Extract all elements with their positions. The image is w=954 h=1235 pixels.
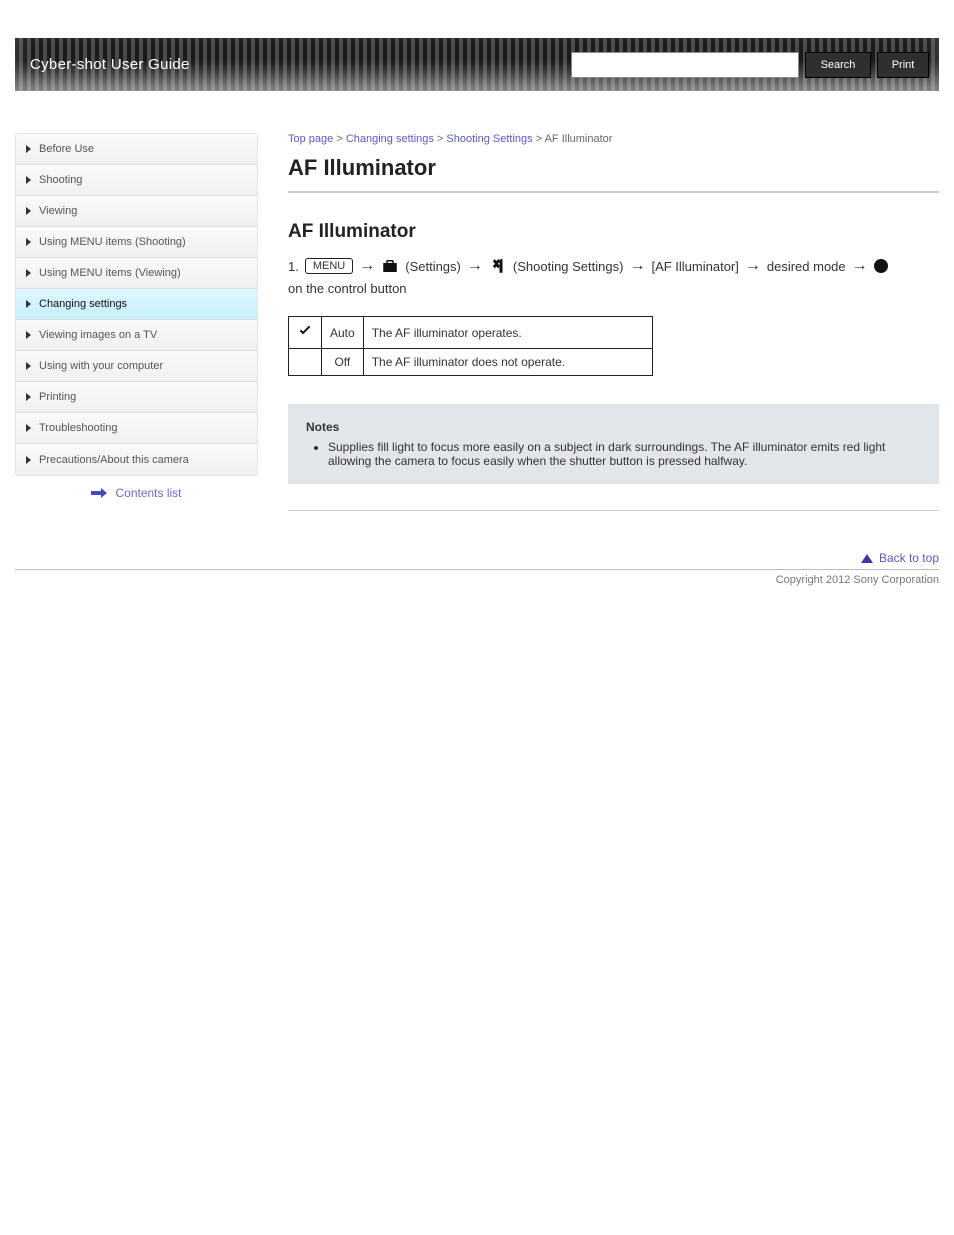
option-label: Off	[322, 349, 364, 376]
header-bar: Cyber-shot User Guide Search Print	[15, 38, 939, 91]
back-to-top-link[interactable]: Back to top	[15, 511, 939, 569]
menu-key: MENU	[305, 258, 353, 274]
sidebar: Before Use Shooting Viewing Using MENU i…	[15, 133, 258, 476]
search-button[interactable]: Search	[805, 52, 871, 78]
breadcrumb-section[interactable]: Changing settings	[346, 133, 434, 145]
sidebar-item-shooting[interactable]: Shooting	[16, 165, 257, 196]
arrow-right-icon: →	[359, 257, 375, 275]
content-area: Top page > Changing settings > Shooting …	[288, 133, 939, 511]
sidebar-item-menu-viewing[interactable]: Using MENU items (Viewing)	[16, 258, 257, 289]
sidebar-item-label: Troubleshooting	[39, 422, 117, 434]
arrow-right-icon: →	[629, 257, 645, 275]
menu-path: 1. MENU → (Settings) → (Shooting Setting…	[288, 257, 939, 296]
chevron-right-icon	[26, 331, 31, 339]
sidebar-item-tv[interactable]: Viewing images on a TV	[16, 320, 257, 351]
sidebar-item-viewing[interactable]: Viewing	[16, 196, 257, 227]
section-heading: AF Illuminator	[288, 221, 939, 243]
triangle-up-icon	[861, 554, 873, 563]
chevron-right-icon	[26, 362, 31, 370]
chevron-right-icon	[26, 424, 31, 432]
sidebar-item-label: Before Use	[39, 143, 94, 155]
print-button[interactable]: Print	[877, 52, 929, 78]
breadcrumb-top[interactable]: Top page	[288, 133, 333, 145]
toolbox-icon	[381, 257, 399, 275]
chevron-right-icon	[26, 393, 31, 401]
sidebar-item-label: Shooting	[39, 174, 82, 186]
check-icon-cell	[289, 317, 322, 349]
sidebar-item-label: Printing	[39, 391, 76, 403]
options-table: Auto The AF illuminator operates. Off Th…	[288, 316, 653, 376]
sidebar-item-before-use[interactable]: Before Use	[16, 134, 257, 165]
page-title: AF Illuminator	[288, 149, 939, 193]
chevron-right-icon	[26, 300, 31, 308]
option-label: Auto	[322, 317, 364, 349]
note-title: Notes	[306, 420, 921, 434]
breadcrumb: Top page > Changing settings > Shooting …	[288, 133, 939, 149]
table-row: Auto The AF illuminator operates.	[289, 317, 653, 349]
sidebar-item-troubleshooting[interactable]: Troubleshooting	[16, 413, 257, 444]
sidebar-item-label: Using with your computer	[39, 360, 163, 372]
sidebar-item-changing-settings[interactable]: Changing settings	[16, 289, 257, 320]
option-desc: The AF illuminator operates.	[363, 317, 652, 349]
sidebar-item-label: Using MENU items (Shooting)	[39, 236, 186, 248]
chevron-right-icon	[26, 456, 31, 464]
sidebar-item-menu-shooting[interactable]: Using MENU items (Shooting)	[16, 227, 257, 258]
sidebar-item-printing[interactable]: Printing	[16, 382, 257, 413]
chevron-right-icon	[26, 145, 31, 153]
chevron-right-icon	[26, 269, 31, 277]
sidebar-item-computer[interactable]: Using with your computer	[16, 351, 257, 382]
copyright-text: Copyright 2012 Sony Corporation	[15, 570, 939, 586]
sidebar-item-label: Viewing images on a TV	[39, 329, 157, 341]
option-desc: The AF illuminator does not operate.	[363, 349, 652, 376]
check-icon	[297, 323, 313, 339]
breadcrumb-sub[interactable]: Shooting Settings	[446, 133, 532, 145]
arrow-right-icon: →	[852, 257, 868, 275]
chevron-right-icon	[26, 176, 31, 184]
note-item: Supplies fill light to focus more easily…	[328, 440, 921, 468]
sidebar-item-label: Viewing	[39, 205, 77, 217]
sidebar-item-label: Using MENU items (Viewing)	[39, 267, 181, 279]
chevron-right-icon	[26, 238, 31, 246]
table-row: Off The AF illuminator does not operate.	[289, 349, 653, 376]
note-box: Notes Supplies fill light to focus more …	[288, 404, 939, 484]
sidebar-item-label: Changing settings	[39, 298, 127, 310]
record-icon	[874, 259, 888, 273]
breadcrumb-current: AF Illuminator	[545, 133, 613, 145]
arrow-right-icon: →	[467, 257, 483, 275]
arrow-right-icon	[91, 488, 107, 498]
chevron-right-icon	[26, 207, 31, 215]
search-input[interactable]	[571, 52, 799, 78]
arrow-right-icon: →	[745, 257, 761, 275]
contents-list-link[interactable]: Contents list	[15, 476, 258, 502]
header-title: Cyber-shot User Guide	[15, 56, 565, 73]
tool-icon	[489, 257, 507, 275]
sidebar-item-label: Precautions/About this camera	[39, 454, 189, 466]
sidebar-item-precautions[interactable]: Precautions/About this camera	[16, 444, 257, 475]
